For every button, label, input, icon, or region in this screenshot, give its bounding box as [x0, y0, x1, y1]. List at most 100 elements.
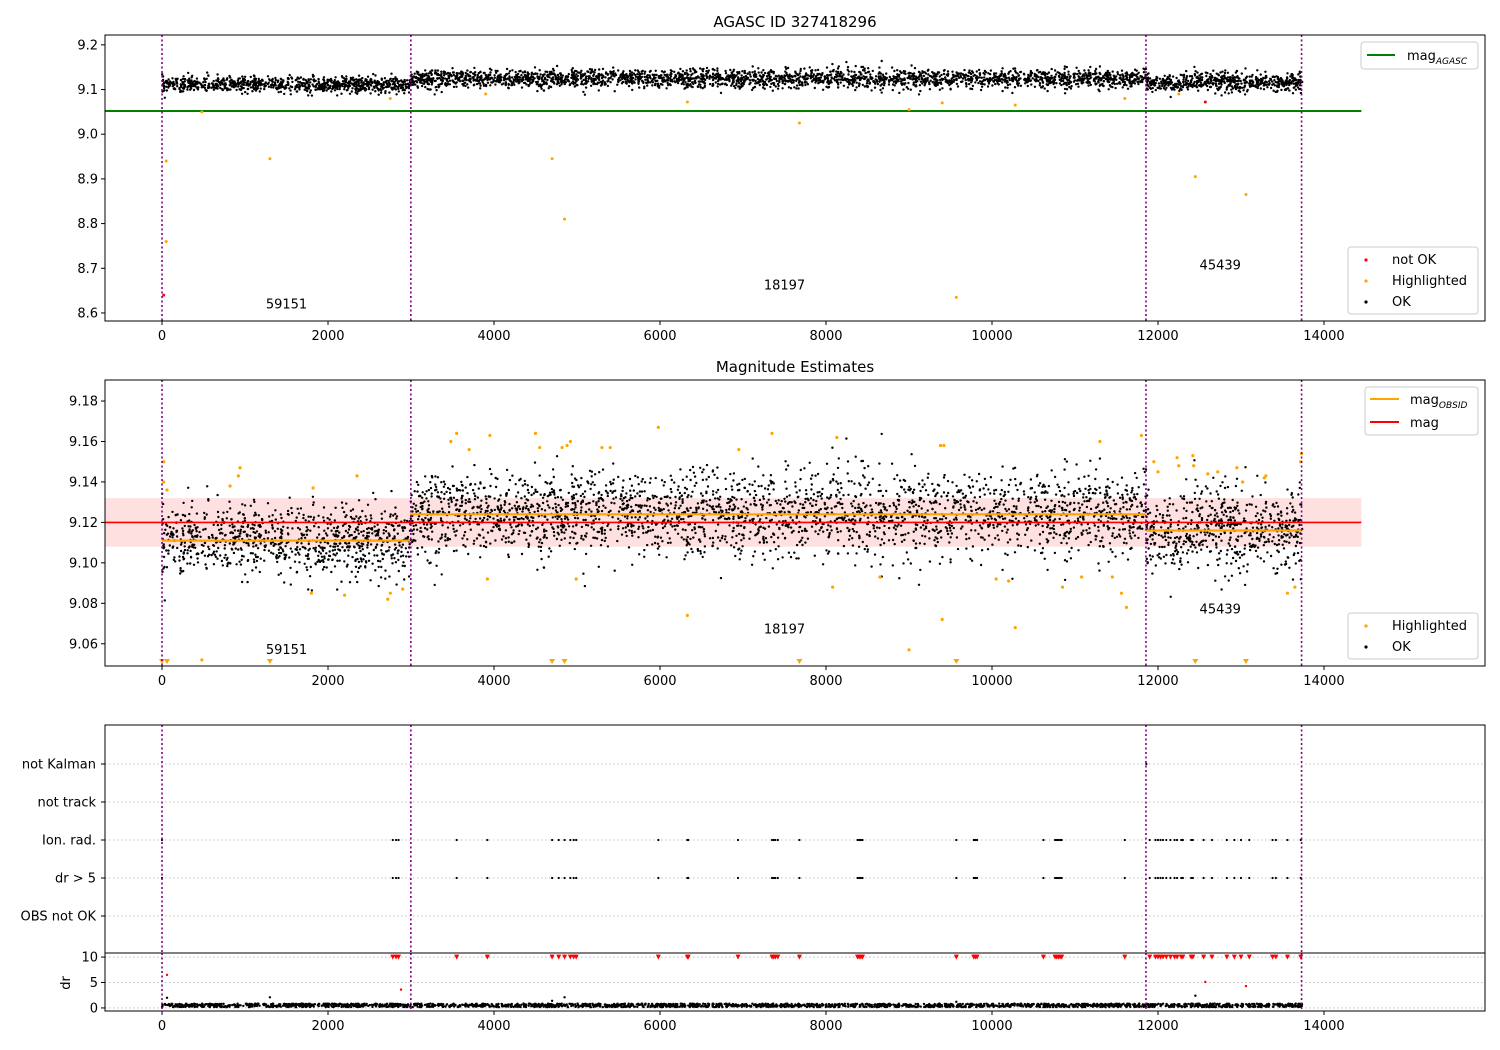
- ok-point: [191, 74, 194, 78]
- ok-point: [365, 536, 369, 539]
- ok-point: [376, 79, 379, 83]
- ok-point: [382, 532, 385, 535]
- ok-point: [1066, 75, 1069, 79]
- ok-point: [507, 86, 510, 89]
- ok-point: [545, 81, 548, 84]
- ok-point: [200, 83, 203, 86]
- ok-point: [950, 77, 953, 80]
- axes-magnitude-estimates: 591511819745439: [105, 380, 1362, 666]
- ok-point: [437, 86, 440, 89]
- ok-point: [826, 77, 829, 80]
- ok-point: [167, 549, 170, 552]
- ok-point: [814, 69, 817, 72]
- ok-point: [1218, 79, 1221, 82]
- ok-point: [384, 80, 387, 83]
- ok-point: [325, 552, 328, 555]
- ok-point: [296, 507, 299, 510]
- ok-point: [282, 525, 285, 528]
- ok-point: [757, 81, 760, 85]
- ok-point: [275, 86, 278, 90]
- ok-point: [306, 554, 309, 558]
- ok-point: [219, 83, 222, 87]
- ok-point: [1163, 74, 1166, 78]
- ok-point: [909, 77, 912, 80]
- ok-point: [883, 77, 887, 81]
- ok-point: [878, 66, 881, 69]
- ok-point: [587, 70, 590, 74]
- ok-point: [1111, 85, 1114, 89]
- ok-point: [1038, 84, 1042, 87]
- ok-point: [322, 82, 326, 86]
- ok-point: [283, 581, 286, 584]
- ok-point: [897, 78, 900, 81]
- ok-point: [552, 72, 556, 75]
- ok-point: [658, 84, 661, 88]
- ok-point: [548, 72, 552, 76]
- ok-point: [380, 549, 383, 552]
- ok-point: [271, 523, 274, 527]
- ok-point: [1230, 91, 1234, 94]
- ok-point: [315, 83, 318, 87]
- ok-point: [781, 79, 785, 82]
- ok-point: [1087, 84, 1090, 87]
- ok-point: [351, 555, 354, 559]
- ok-point: [940, 82, 943, 86]
- ok-point: [443, 77, 447, 80]
- ok-point: [583, 93, 587, 96]
- ok-point: [359, 549, 362, 553]
- ok-point: [163, 96, 166, 100]
- ok-point: [560, 83, 563, 86]
- ok-point: [989, 69, 993, 72]
- ok-point: [1119, 82, 1122, 85]
- ok-point: [799, 67, 802, 71]
- ok-point: [975, 70, 978, 73]
- ok-point: [282, 79, 285, 82]
- ok-point: [172, 545, 175, 548]
- ok-point: [794, 70, 797, 73]
- ok-point: [627, 84, 631, 88]
- ok-point: [338, 531, 341, 534]
- highlighted-point: [797, 121, 801, 125]
- ok-point: [323, 529, 326, 532]
- ok-point: [451, 67, 454, 70]
- ok-point: [1228, 76, 1232, 79]
- ok-point: [261, 518, 264, 522]
- ok-point: [733, 76, 736, 79]
- ok-point: [781, 87, 784, 90]
- ok-point: [429, 71, 433, 75]
- ok-point: [243, 517, 246, 520]
- chart-title-magnitude-estimates: Magnitude Estimates: [716, 358, 874, 376]
- ok-point: [346, 563, 349, 566]
- ok-point: [251, 79, 254, 83]
- ok-point: [306, 557, 309, 560]
- ok-point: [201, 550, 205, 553]
- ok-point: [1205, 74, 1208, 78]
- ok-point: [592, 77, 596, 81]
- ok-point: [385, 550, 389, 553]
- ok-point: [191, 536, 194, 539]
- ok-point: [349, 509, 353, 512]
- ok-point: [427, 82, 430, 85]
- ok-point: [584, 86, 588, 89]
- ok-point: [319, 552, 322, 555]
- ok-point: [264, 544, 267, 547]
- ok-point: [333, 89, 337, 92]
- ok-point: [1240, 86, 1244, 90]
- ok-point: [261, 79, 264, 82]
- ok-point: [801, 76, 804, 79]
- ok-point: [823, 75, 826, 78]
- ok-point: [395, 93, 398, 96]
- ok-point: [254, 566, 258, 569]
- ok-point: [881, 73, 885, 76]
- ok-point: [429, 78, 432, 82]
- ok-point: [394, 88, 398, 91]
- ok-point: [344, 515, 347, 519]
- ok-point: [694, 81, 697, 85]
- ok-point: [372, 548, 375, 552]
- ok-point: [246, 92, 249, 96]
- ok-point: [286, 532, 290, 535]
- ok-point: [334, 506, 337, 509]
- ok-point: [1281, 79, 1284, 82]
- ok-point: [345, 75, 348, 78]
- ok-point: [306, 87, 309, 90]
